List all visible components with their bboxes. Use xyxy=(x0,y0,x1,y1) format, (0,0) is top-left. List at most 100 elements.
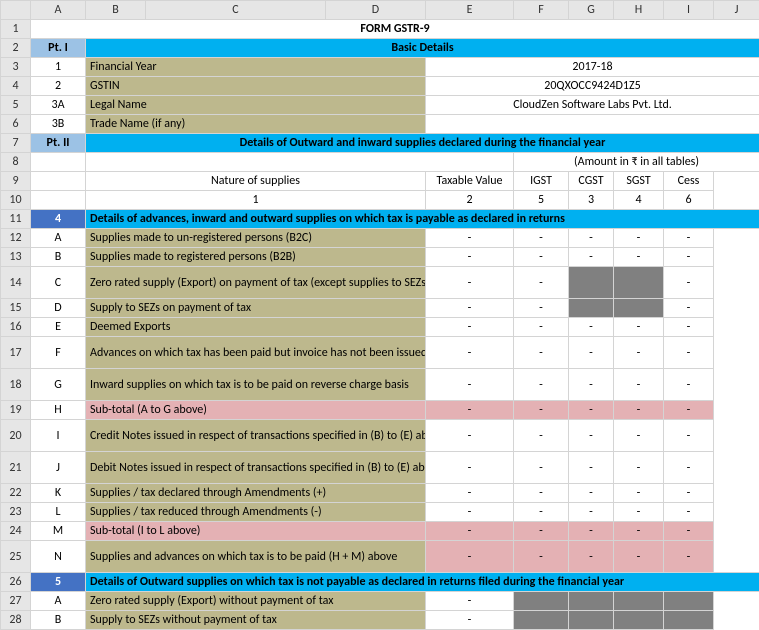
cell[interactable]: - xyxy=(664,229,714,248)
cell[interactable]: F xyxy=(31,337,86,369)
cell[interactable]: B xyxy=(31,248,86,267)
row-header[interactable]: 5 xyxy=(1,96,31,115)
cell[interactable]: - xyxy=(514,337,569,369)
col-header[interactable]: J xyxy=(714,1,759,20)
cell-disabled[interactable] xyxy=(514,611,569,630)
row-desc[interactable]: Supply to SEZs on payment of tax xyxy=(86,299,426,318)
amount-note[interactable]: (Amount in ₹ in all tables) xyxy=(514,153,759,172)
row-desc[interactable]: Credit Notes issued in respect of transa… xyxy=(86,420,426,452)
cell-disabled[interactable] xyxy=(614,592,664,611)
basic-details-header[interactable]: Basic Details xyxy=(86,39,759,58)
cell[interactable]: - xyxy=(514,267,569,299)
cell[interactable]: - xyxy=(664,484,714,503)
label-legal-name[interactable]: Legal Name xyxy=(86,96,426,115)
cell[interactable]: K xyxy=(31,484,86,503)
cell[interactable]: 4 xyxy=(614,191,664,210)
cell[interactable]: - xyxy=(426,420,514,452)
hdr-cgst[interactable]: CGST xyxy=(569,172,614,191)
spreadsheet-grid[interactable]: A B C D E F G H I J 1 FORM GSTR-9 2 Pt. … xyxy=(0,0,759,630)
row-header[interactable]: 23 xyxy=(1,503,31,522)
cell[interactable]: A xyxy=(31,229,86,248)
cell[interactable]: - xyxy=(569,420,614,452)
row-desc[interactable]: Supplies and advances on which tax is to… xyxy=(86,541,426,573)
col-header[interactable]: H xyxy=(614,1,664,20)
cell[interactable]: 3 xyxy=(569,191,614,210)
cell[interactable]: - xyxy=(664,503,714,522)
cell[interactable]: J xyxy=(31,452,86,484)
cell-disabled[interactable] xyxy=(664,611,714,630)
row-header[interactable]: 15 xyxy=(1,299,31,318)
cell[interactable]: - xyxy=(614,503,664,522)
cell[interactable]: - xyxy=(614,337,664,369)
cell[interactable]: 5 xyxy=(514,191,569,210)
row-header[interactable]: 4 xyxy=(1,77,31,96)
subtotal-row[interactable]: Sub-total (I to L above) xyxy=(86,522,426,541)
label-trade-name[interactable]: Trade Name (if any) xyxy=(86,115,426,134)
subtotal-row[interactable]: Sub-total (A to G above) xyxy=(86,401,426,420)
cell[interactable]: - xyxy=(664,318,714,337)
row-header[interactable]: 17 xyxy=(1,337,31,369)
col-header[interactable]: F xyxy=(514,1,569,20)
value-financial-year[interactable]: 2017-18 xyxy=(426,58,759,77)
hdr-igst[interactable]: IGST xyxy=(514,172,569,191)
hdr-nature[interactable]: Nature of supplies xyxy=(86,172,426,191)
cell[interactable]: - xyxy=(514,318,569,337)
cell[interactable]: - xyxy=(569,452,614,484)
cell[interactable]: - xyxy=(426,452,514,484)
label-financial-year[interactable]: Financial Year xyxy=(86,58,426,77)
section-5-num[interactable]: 5 xyxy=(31,573,86,592)
cell[interactable]: - xyxy=(426,401,514,420)
cell[interactable]: B xyxy=(31,611,86,630)
cell[interactable]: 3B xyxy=(31,115,86,134)
cell[interactable]: 2 xyxy=(426,191,514,210)
cell[interactable]: - xyxy=(614,522,664,541)
cell-disabled[interactable] xyxy=(664,592,714,611)
row-header[interactable]: 18 xyxy=(1,369,31,401)
row-header[interactable]: 1 xyxy=(1,20,31,39)
cell[interactable] xyxy=(86,153,514,172)
cell[interactable]: - xyxy=(426,248,514,267)
cell[interactable]: - xyxy=(426,337,514,369)
cell[interactable]: - xyxy=(569,337,614,369)
row-header[interactable]: 8 xyxy=(1,153,31,172)
row-desc[interactable]: Supplies / tax declared through Amendmen… xyxy=(86,484,426,503)
cell[interactable]: - xyxy=(514,484,569,503)
row-header[interactable]: 19 xyxy=(1,401,31,420)
row-header[interactable]: 25 xyxy=(1,541,31,573)
cell[interactable]: - xyxy=(614,229,664,248)
cell[interactable]: N xyxy=(31,541,86,573)
cell[interactable] xyxy=(31,191,86,210)
cell[interactable]: L xyxy=(31,503,86,522)
cell[interactable]: - xyxy=(426,611,514,630)
cell[interactable]: - xyxy=(614,420,664,452)
row-header[interactable]: 13 xyxy=(1,248,31,267)
row-header[interactable]: 6 xyxy=(1,115,31,134)
cell[interactable]: - xyxy=(514,401,569,420)
cell[interactable]: 1 xyxy=(31,58,86,77)
row-header[interactable]: 9 xyxy=(1,172,31,191)
cell[interactable]: - xyxy=(426,267,514,299)
cell[interactable]: 1 xyxy=(86,191,426,210)
cell[interactable]: - xyxy=(514,541,569,573)
row-desc[interactable]: Supplies / tax reduced through Amendment… xyxy=(86,503,426,522)
cell[interactable]: - xyxy=(426,484,514,503)
cell[interactable]: - xyxy=(664,267,714,299)
col-header[interactable]: E xyxy=(426,1,514,20)
row-desc[interactable]: Zero rated supply (Export) on payment of… xyxy=(86,267,426,299)
row-header[interactable]: 22 xyxy=(1,484,31,503)
cell[interactable]: - xyxy=(614,484,664,503)
row-header[interactable]: 20 xyxy=(1,420,31,452)
cell[interactable]: A xyxy=(31,592,86,611)
cell[interactable]: - xyxy=(569,229,614,248)
cell[interactable]: - xyxy=(514,503,569,522)
cell[interactable]: - xyxy=(614,401,664,420)
cell[interactable]: - xyxy=(514,420,569,452)
cell[interactable]: 6 xyxy=(664,191,714,210)
cell[interactable]: - xyxy=(569,484,614,503)
cell[interactable]: - xyxy=(614,369,664,401)
cell[interactable]: - xyxy=(664,420,714,452)
row-desc[interactable]: Advances on which tax has been paid but … xyxy=(86,337,426,369)
cell[interactable]: - xyxy=(569,522,614,541)
col-header[interactable]: A xyxy=(31,1,86,20)
cell[interactable]: - xyxy=(569,248,614,267)
